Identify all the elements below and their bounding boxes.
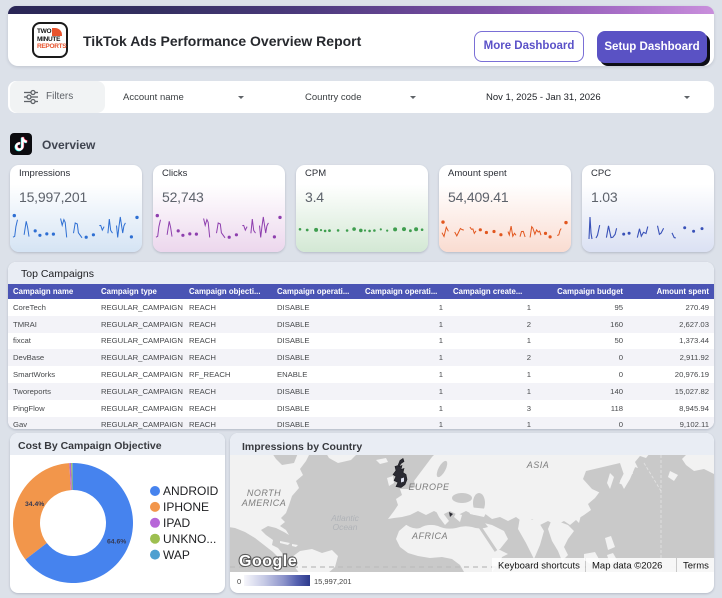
svg-text:64.6%: 64.6% (107, 539, 126, 546)
svg-text:AFRICA: AFRICA (411, 531, 448, 541)
svg-text:Ocean: Ocean (332, 522, 357, 532)
svg-text:IPAD: IPAD (163, 516, 190, 530)
svg-text:IPHONE: IPHONE (163, 500, 209, 514)
svg-text:WAP: WAP (163, 548, 190, 562)
svg-text:Google: Google (239, 553, 297, 570)
svg-text:ANDROID: ANDROID (163, 484, 219, 498)
svg-text:ASIA: ASIA (526, 460, 550, 470)
svg-text:34.4%: 34.4% (25, 501, 44, 508)
svg-text:EUROPE: EUROPE (408, 482, 450, 492)
svg-text:Map data ©2026: Map data ©2026 (592, 561, 662, 572)
svg-text:NORTH: NORTH (247, 488, 281, 498)
svg-text:UNKNO...: UNKNO... (163, 532, 216, 546)
svg-text:AMERICA: AMERICA (241, 498, 287, 508)
svg-text:Keyboard shortcuts: Keyboard shortcuts (498, 561, 580, 572)
svg-text:Terms: Terms (683, 561, 709, 572)
